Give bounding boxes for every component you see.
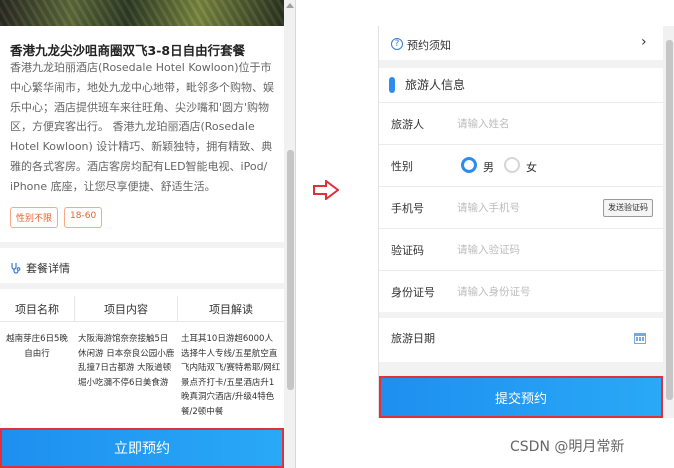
section-divider bbox=[0, 242, 284, 248]
id-number-input[interactable]: 请输入身份证号 bbox=[457, 284, 531, 299]
column-header-content: 项目内容 bbox=[74, 296, 178, 321]
right-scroll-thumb[interactable] bbox=[666, 40, 673, 400]
product-description: 香港九龙珀丽酒店(Rosedale Hotel Kowloon)位于市中心繁华闹… bbox=[10, 61, 274, 193]
project-table-header: 项目名称 项目内容 项目解读 bbox=[0, 296, 284, 322]
traveler-name-field: 旅游人 请输入姓名 bbox=[379, 102, 663, 144]
verification-code-input[interactable]: 请输入验证码 bbox=[457, 242, 520, 257]
send-code-button[interactable]: 发送验证码 bbox=[603, 199, 653, 217]
gender-label: 性别 bbox=[391, 160, 413, 173]
traveler-name-input[interactable]: 请输入姓名 bbox=[457, 116, 510, 131]
id-number-label: 身份证号 bbox=[391, 286, 435, 299]
section-divider bbox=[379, 362, 663, 376]
gender-female-label[interactable]: 女 bbox=[526, 159, 537, 175]
book-now-button[interactable]: 立即预约 bbox=[0, 428, 284, 468]
gender-female-radio[interactable] bbox=[504, 157, 520, 173]
table-cell-name: 越南芽庄6日5晚自由行 bbox=[6, 334, 68, 359]
calendar-icon[interactable] bbox=[634, 333, 646, 344]
phone-input[interactable]: 请输入手机号 bbox=[457, 200, 520, 215]
chevron-right-icon: › bbox=[641, 34, 647, 50]
stethoscope-icon bbox=[11, 263, 21, 274]
table-row: 越南芽庄6日5晚自由行 大阪海游馆奈奈接触5日休闲游 日本奈良公园小鹿乱撞7日古… bbox=[0, 332, 284, 419]
tag-list: 性别不限 18-60 bbox=[10, 207, 103, 228]
phone-field: 手机号 请输入手机号 发送验证码 bbox=[379, 186, 663, 228]
column-header-interpretation: 项目解读 bbox=[209, 302, 253, 316]
section-accent-bar bbox=[389, 76, 395, 93]
booking-notice-row[interactable]: ? 预约须知 › bbox=[379, 30, 663, 58]
verification-code-field: 验证码 请输入验证码 bbox=[379, 228, 663, 270]
package-details-link[interactable]: 套餐详情 bbox=[10, 260, 70, 276]
phone-label: 手机号 bbox=[391, 202, 424, 215]
booking-notice-label: 预约须知 bbox=[407, 39, 451, 52]
table-cell-interpretation: 土耳其10日游超6000人选择牛人专线/五星航空直飞内陆双飞/赛特希耶/网红景点… bbox=[181, 334, 281, 417]
gender-male-label[interactable]: 男 bbox=[483, 159, 494, 175]
column-header-name: 项目名称 bbox=[15, 302, 59, 316]
travel-date-field[interactable]: 旅游日期 bbox=[379, 318, 663, 358]
scroll-up-icon[interactable] bbox=[286, 3, 294, 8]
travel-date-label: 旅游日期 bbox=[391, 332, 435, 345]
package-details-label: 套餐详情 bbox=[26, 262, 70, 275]
section-title: 旅游人信息 bbox=[405, 78, 466, 92]
section-divider bbox=[379, 60, 663, 68]
verification-code-label: 验证码 bbox=[391, 244, 424, 257]
product-title: 香港九龙尖沙咀商圈双飞3-8日自由行套餐 bbox=[10, 43, 246, 58]
table-cell-content: 大阪海游馆奈奈接触5日休闲游 日本奈良公园小鹿乱撞7日古都游 大阪道顿堀小吃瀰不… bbox=[78, 334, 175, 388]
question-icon: ? bbox=[391, 38, 403, 50]
tag-gender: 性别不限 bbox=[10, 207, 59, 228]
watermark: CSDN @明月常新 bbox=[510, 439, 625, 455]
tag-age: 18-60 bbox=[64, 207, 103, 228]
gender-field: 性别 男 女 bbox=[379, 144, 663, 186]
traveler-info-header: 旅游人信息 bbox=[389, 76, 465, 93]
left-scroll-thumb[interactable] bbox=[287, 150, 294, 390]
section-divider bbox=[0, 283, 284, 289]
right-arrow-icon bbox=[313, 180, 339, 200]
submit-booking-button[interactable]: 提交预约 bbox=[379, 376, 663, 418]
gender-male-radio[interactable] bbox=[461, 157, 477, 173]
product-banner-image bbox=[0, 0, 284, 26]
left-phone-screen: 香港九龙尖沙咀商圈双飞3-8日自由行套餐 香港九龙珀丽酒店(Rosedale H… bbox=[0, 0, 296, 468]
traveler-name-label: 旅游人 bbox=[391, 118, 424, 131]
right-phone-screen: ? 预约须知 › 旅游人信息 旅游人 请输入姓名 性别 男 女 手机号 请输入手… bbox=[378, 26, 674, 418]
id-number-field: 身份证号 请输入身份证号 bbox=[379, 270, 663, 312]
